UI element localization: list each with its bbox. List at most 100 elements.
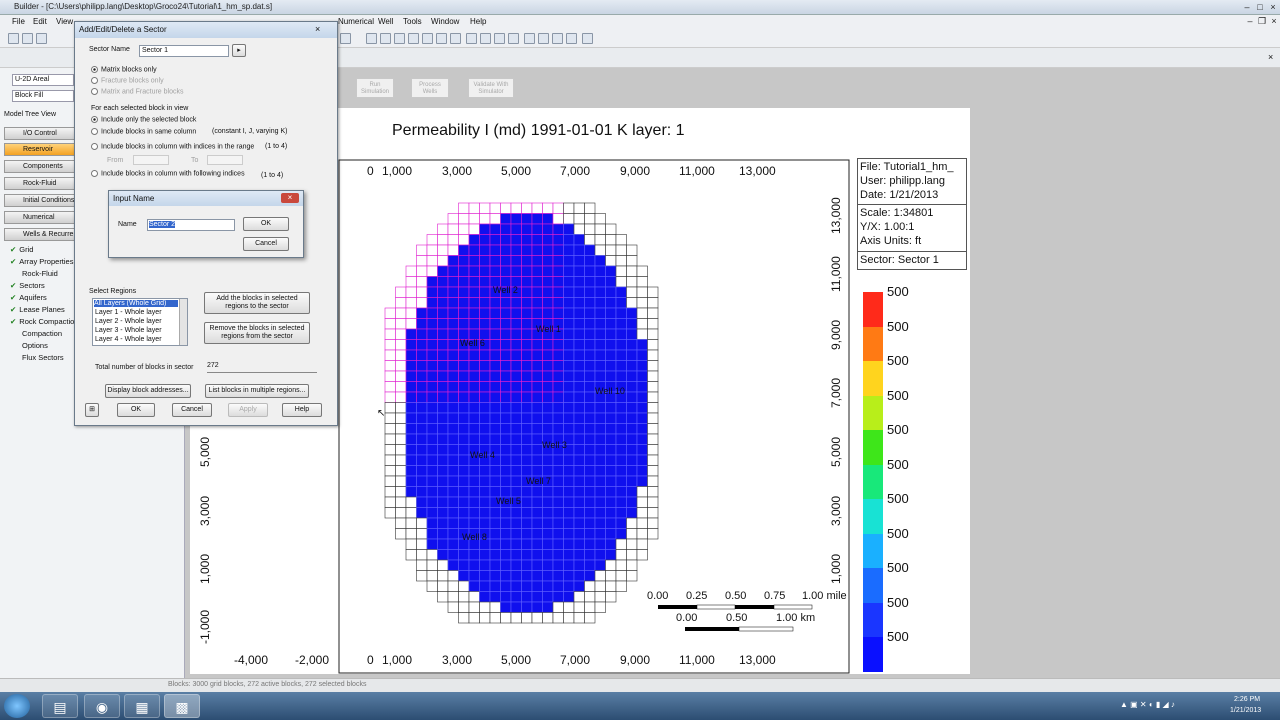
grid-cell[interactable]: [416, 444, 428, 456]
grid-cell[interactable]: [521, 591, 533, 603]
input-dialog-close-icon[interactable]: ×: [281, 193, 299, 203]
mdi-close-icon[interactable]: ×: [1268, 16, 1280, 26]
grid-cell[interactable]: [416, 486, 428, 498]
clock-time[interactable]: 2:26 PM: [1234, 696, 1260, 703]
grid-cell[interactable]: [447, 570, 459, 582]
grid-cell[interactable]: [531, 433, 543, 445]
grid-cell[interactable]: [636, 339, 648, 351]
grid-cell[interactable]: [468, 475, 480, 487]
grid-cell[interactable]: [458, 580, 470, 592]
grid-cell[interactable]: [615, 234, 627, 246]
grid-cell[interactable]: [521, 244, 533, 256]
grid-cell[interactable]: [531, 286, 543, 298]
grid-cell[interactable]: [479, 202, 491, 214]
grid-cell[interactable]: [531, 307, 543, 319]
grid-cell[interactable]: [479, 580, 491, 592]
regions-list[interactable]: All Layers (Whole Grid) Layer 1 - Whole …: [92, 298, 188, 346]
grid-cell[interactable]: [489, 559, 501, 571]
grid-cell[interactable]: [615, 423, 627, 435]
grid-cell[interactable]: [531, 423, 543, 435]
grid-cell[interactable]: [447, 486, 459, 498]
grid-cell[interactable]: [500, 328, 512, 340]
grid-cell[interactable]: [626, 391, 638, 403]
grid-cell[interactable]: [468, 370, 480, 382]
radio-fracture[interactable]: Fracture blocks only: [91, 77, 164, 84]
grid-cell[interactable]: [542, 391, 554, 403]
grid-cell[interactable]: [647, 381, 659, 393]
grid-cell[interactable]: [489, 234, 501, 246]
grid-cell[interactable]: [594, 423, 606, 435]
grid-cell[interactable]: [542, 223, 554, 235]
grid-cell[interactable]: [468, 297, 480, 309]
grid-cell[interactable]: [563, 528, 575, 540]
grid-cell[interactable]: [531, 486, 543, 498]
grid-cell[interactable]: [405, 433, 417, 445]
grid-cell[interactable]: [458, 234, 470, 246]
grid-cell[interactable]: [563, 349, 575, 361]
grid-cell[interactable]: [573, 297, 585, 309]
grid-cell[interactable]: [584, 234, 596, 246]
grid-cell[interactable]: [521, 486, 533, 498]
validate-button[interactable]: Validate With Simulator: [468, 78, 514, 98]
grid-cell[interactable]: [489, 244, 501, 256]
grid-cell[interactable]: [426, 276, 438, 288]
grid-cell[interactable]: [458, 412, 470, 424]
grid-cell[interactable]: [605, 244, 617, 256]
grid-cell[interactable]: [573, 528, 585, 540]
grid-cell[interactable]: [584, 360, 596, 372]
grid-cell[interactable]: [405, 402, 417, 414]
region-item[interactable]: Layer 3 - Whole layer: [95, 327, 162, 334]
grid-cell[interactable]: [584, 318, 596, 330]
grid-cell[interactable]: [489, 612, 501, 624]
grid-cell[interactable]: [458, 591, 470, 603]
grid-cell[interactable]: [573, 286, 585, 298]
grid-cell[interactable]: [605, 538, 617, 550]
grid-cell[interactable]: [552, 591, 564, 603]
grid-cell[interactable]: [573, 412, 585, 424]
grid-cell[interactable]: [426, 486, 438, 498]
grid-cell[interactable]: [647, 444, 659, 456]
grid-cell[interactable]: [489, 349, 501, 361]
grid-cell[interactable]: [510, 223, 522, 235]
grid-cell[interactable]: [605, 580, 617, 592]
grid-cell[interactable]: [521, 265, 533, 277]
grid-cell[interactable]: [605, 255, 617, 267]
grid-cell[interactable]: [447, 423, 459, 435]
grid-cell[interactable]: [437, 328, 449, 340]
grid-cell[interactable]: [605, 265, 617, 277]
grid-cell[interactable]: [405, 507, 417, 519]
grid-cell[interactable]: [521, 612, 533, 624]
grid-cell[interactable]: [426, 339, 438, 351]
grid-cell[interactable]: [531, 255, 543, 267]
grid-cell[interactable]: [636, 328, 648, 340]
menu-edit[interactable]: Edit: [33, 17, 47, 26]
grid-cell[interactable]: [489, 391, 501, 403]
grid-cell[interactable]: [479, 517, 491, 529]
grid-cell[interactable]: [573, 402, 585, 414]
grid-cell[interactable]: [426, 528, 438, 540]
grid-cell[interactable]: [500, 370, 512, 382]
grid-cell[interactable]: [510, 412, 522, 424]
grid-cell[interactable]: [395, 433, 407, 445]
grid-cell[interactable]: [521, 297, 533, 309]
grid-cell[interactable]: [626, 318, 638, 330]
grid-cell[interactable]: [437, 507, 449, 519]
radio-matrix-fracture[interactable]: Matrix and Fracture blocks: [91, 88, 183, 95]
grid-cell[interactable]: [615, 507, 627, 519]
grid-cell[interactable]: [521, 528, 533, 540]
grid-cell[interactable]: [510, 370, 522, 382]
grid-cell[interactable]: [416, 496, 428, 508]
grid-cell[interactable]: [458, 391, 470, 403]
group-rock-fluid[interactable]: Rock-Fluid: [4, 177, 76, 190]
grid-cell[interactable]: [521, 370, 533, 382]
grid-cell[interactable]: [531, 370, 543, 382]
grid-cell[interactable]: [573, 255, 585, 267]
grid-cell[interactable]: [552, 423, 564, 435]
grid-cell[interactable]: [521, 507, 533, 519]
grid-cell[interactable]: [447, 580, 459, 592]
grid-cell[interactable]: [405, 360, 417, 372]
run-simulation-button[interactable]: Run Simulation: [356, 78, 394, 98]
grid-cell[interactable]: [437, 370, 449, 382]
grid-cell[interactable]: [447, 255, 459, 267]
grid-cell[interactable]: [437, 580, 449, 592]
